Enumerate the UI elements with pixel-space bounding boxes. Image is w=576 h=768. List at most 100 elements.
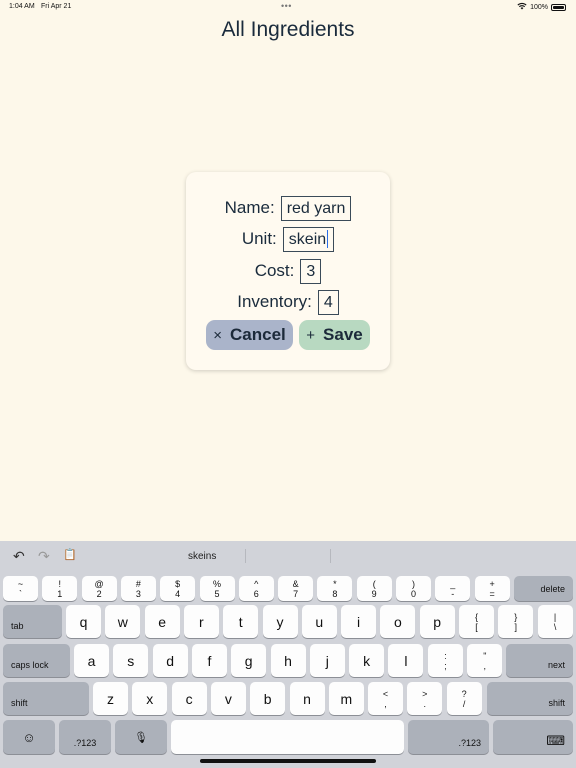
key-lower-symbol: ,	[483, 660, 487, 671]
letter-key[interactable]: z	[93, 682, 128, 715]
multitasking-dots[interactable]: •••	[281, 1, 292, 11]
letter-key[interactable]: x	[132, 682, 168, 715]
key-upper-symbol: $	[175, 578, 181, 589]
letter-key[interactable]: l	[388, 644, 424, 677]
inventory-field[interactable]: 4	[317, 289, 339, 315]
key-lower-symbol: 0	[410, 588, 416, 599]
space-bar[interactable]	[171, 720, 404, 754]
letter-key[interactable]: m	[328, 682, 364, 715]
letter-key[interactable]: q	[66, 605, 101, 638]
cancel-button-label: Cancel	[230, 325, 286, 344]
cost-field[interactable]: 3	[300, 258, 322, 284]
caps-lock-key[interactable]: caps lock	[3, 644, 70, 677]
next-key[interactable]: next	[506, 644, 573, 677]
number-key[interactable]: ^ 6	[238, 576, 274, 601]
letter-key[interactable]: y	[262, 605, 298, 638]
unit-label: Unit:	[241, 229, 277, 248]
letter-key[interactable]: c	[171, 682, 207, 715]
inventory-label: Inventory:	[237, 292, 312, 311]
number-key[interactable]: ! 1	[42, 576, 78, 601]
unit-field-value: skein	[288, 230, 327, 248]
symbol-key[interactable]: ",	[467, 644, 503, 677]
key-lower-symbol: 1	[57, 588, 63, 599]
key-lower-symbol: 2	[96, 588, 102, 599]
undo-icon[interactable]: ↶	[13, 548, 25, 565]
letter-key[interactable]: s	[113, 644, 149, 677]
redo-icon[interactable]: ↷	[38, 548, 50, 565]
symbol-key[interactable]: | \	[537, 605, 573, 638]
letter-key[interactable]: u	[301, 605, 337, 638]
clipboard-icon[interactable]: 📋	[63, 548, 77, 561]
letter-key[interactable]: d	[152, 644, 188, 677]
on-screen-keyboard: ↶ ↷ 📋 skeins ~ `! 1 @2 #3 $4% 5 ^ 6 & 7 * 8(9) 0 _ - + = …	[0, 541, 576, 768]
letter-key[interactable]: a	[74, 644, 109, 677]
letter-key[interactable]: g	[231, 644, 267, 677]
number-key[interactable]: #3	[120, 576, 156, 601]
save-button[interactable]: + Save	[299, 320, 370, 350]
key-lower-symbol: 9	[371, 588, 377, 599]
letter-key[interactable]: o	[380, 605, 416, 638]
symbol-key[interactable]: {[	[459, 605, 494, 638]
delete-key[interactable]: delete	[514, 576, 573, 601]
name-field[interactable]: red yarn	[280, 195, 352, 221]
number-key[interactable]: & 7	[278, 576, 314, 601]
letter-key[interactable]: k	[349, 644, 385, 677]
letter-key[interactable]: r	[183, 605, 219, 638]
letter-key[interactable]: e	[144, 605, 180, 638]
key-upper-symbol: #	[135, 578, 141, 589]
shift-key-left[interactable]: shift	[3, 682, 89, 715]
letter-key[interactable]: n	[289, 682, 325, 715]
numbers-key-right[interactable]: .?123	[408, 720, 489, 754]
hide-keyboard-icon[interactable]: ⌨	[493, 720, 573, 754]
text-cursor	[327, 230, 329, 249]
key-lower-symbol: 5	[214, 588, 220, 599]
letter-key[interactable]: w	[105, 605, 141, 638]
symbol-key[interactable]: }]	[498, 605, 534, 638]
number-key[interactable]: $4	[160, 576, 196, 601]
emoji-key[interactable]: ☺	[3, 720, 55, 754]
letter-key[interactable]: p	[419, 605, 455, 638]
key-upper-symbol: +	[489, 578, 495, 589]
number-key[interactable]: @2	[81, 576, 117, 601]
number-key[interactable]: * 8	[317, 576, 353, 601]
key-upper-symbol: (	[372, 578, 376, 589]
unit-field[interactable]: skein	[282, 226, 335, 252]
letter-key[interactable]: b	[250, 682, 286, 715]
key-upper-symbol: %	[212, 578, 221, 589]
microphone-icon[interactable]: 🎙	[115, 720, 167, 754]
plus-icon: +	[306, 326, 316, 344]
key-upper-symbol: }	[514, 611, 518, 622]
letter-key[interactable]: t	[223, 605, 259, 638]
key-lower-symbol: 4	[175, 588, 181, 599]
cancel-button[interactable]: × Cancel	[206, 320, 293, 350]
letter-key[interactable]: j	[309, 644, 345, 677]
name-label: Name:	[224, 198, 275, 217]
tab-key[interactable]: tab	[3, 605, 62, 638]
number-key[interactable]: ) 0	[396, 576, 431, 601]
symbol-key[interactable]: <,	[368, 682, 403, 715]
key-upper-symbol: ^	[254, 578, 259, 589]
symbol-key[interactable]: >.	[407, 682, 443, 715]
number-key[interactable]: ~ `	[3, 576, 38, 601]
letter-key[interactable]: v	[210, 682, 246, 715]
number-key[interactable]: _ -	[435, 576, 471, 601]
key-lower-symbol: 8	[332, 588, 338, 599]
suggestion-word[interactable]: skeins	[188, 551, 216, 562]
number-key[interactable]: (9	[356, 576, 392, 601]
key-upper-symbol: ~	[17, 578, 24, 589]
key-upper-symbol: ?	[461, 688, 467, 699]
shift-key-right[interactable]: shift	[487, 682, 573, 715]
number-key[interactable]: + =	[474, 576, 510, 601]
status-time: 1:04 AM	[9, 3, 35, 10]
number-key[interactable]: % 5	[199, 576, 235, 601]
symbol-key[interactable]: ? /	[446, 682, 482, 715]
symbol-key[interactable]: :;	[428, 644, 463, 677]
home-indicator[interactable]	[200, 759, 376, 763]
letter-key[interactable]: h	[270, 644, 306, 677]
letter-key[interactable]: f	[191, 644, 227, 677]
key-lower-symbol: \	[553, 621, 557, 632]
key-lower-symbol: .	[423, 698, 427, 709]
numbers-key-left[interactable]: .?123	[59, 720, 111, 754]
cost-label: Cost:	[254, 261, 295, 280]
letter-key[interactable]: i	[341, 605, 377, 638]
